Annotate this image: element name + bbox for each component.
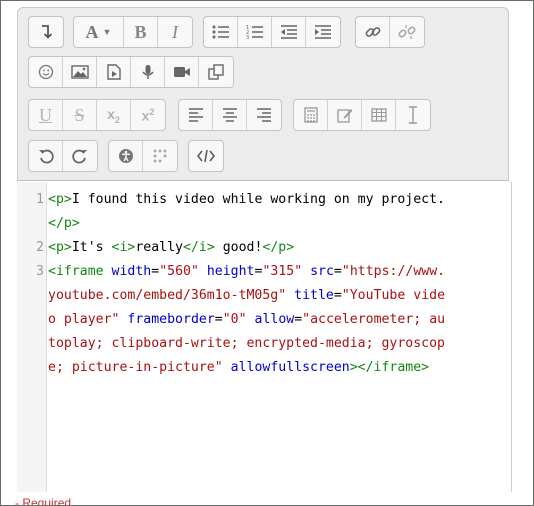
toolbar-group-insert	[28, 56, 234, 88]
undo-icon[interactable]	[29, 141, 63, 171]
code-line-1: <p>I found this video while working on m…	[48, 192, 445, 207]
code-line-3-wrap: youtube.com/embed/36m1o-tM05g" title="Yo…	[48, 288, 446, 303]
font-style-label: A	[85, 21, 99, 42]
italic-label: I	[172, 21, 178, 42]
editor-window: A ▼ B I 123 U S x2 x2 1 2 3 <p>I found t…	[0, 0, 534, 506]
html-icon[interactable]	[189, 141, 223, 171]
underline-label: U	[39, 104, 52, 125]
html-source-editor[interactable]: 1 2 3 <p>I found this video while workin…	[17, 182, 512, 492]
bold-button[interactable]: B	[124, 17, 158, 47]
align-left-icon[interactable]	[179, 100, 213, 130]
strikethrough-label: S	[74, 104, 85, 125]
subscript-index: 2	[114, 114, 120, 125]
code-line-3-wrap: o player" frameborder="0" allow="acceler…	[48, 312, 446, 327]
toolbar-group-links	[355, 16, 425, 48]
toolbar-group-accessibility	[108, 140, 178, 172]
toolbar-group-tools	[293, 99, 431, 131]
outdent-icon[interactable]	[272, 17, 306, 47]
code-line-1-wrap: </p>	[48, 216, 80, 231]
line-number: 2	[36, 240, 44, 255]
equation-icon[interactable]	[294, 100, 328, 130]
line-number: 1	[36, 192, 44, 207]
chevron-down-icon: ▼	[102, 27, 112, 37]
image-icon[interactable]	[63, 57, 97, 87]
svg-text:3: 3	[246, 35, 249, 40]
record-video-icon[interactable]	[165, 57, 199, 87]
subscript-button[interactable]: x2	[97, 100, 131, 130]
italic-button[interactable]: I	[158, 17, 192, 47]
link-icon[interactable]	[356, 17, 390, 47]
toolbar-group-lists: 123	[203, 16, 341, 48]
superscript-index: 2	[149, 106, 155, 117]
toolbar-group-history	[28, 140, 98, 172]
editor-toolbar: A ▼ B I 123 U S x2 x2	[17, 7, 509, 181]
code-line-3-wrap: e; picture-in-picture" allowfullscreen><…	[48, 360, 430, 375]
superscript-button[interactable]: x2	[131, 100, 165, 130]
clear-formatting-icon[interactable]	[396, 100, 430, 130]
manage-files-icon[interactable]	[199, 57, 233, 87]
required-text: Required	[22, 496, 72, 506]
collapse-icon[interactable]	[29, 17, 63, 47]
toolbar-group-align	[178, 99, 282, 131]
unordered-list-icon[interactable]	[204, 17, 238, 47]
record-audio-icon[interactable]	[131, 57, 165, 87]
underline-button[interactable]: U	[29, 100, 63, 130]
align-center-icon[interactable]	[213, 100, 247, 130]
toolbar-group-style: A ▼ B I	[73, 16, 193, 48]
emoji-icon[interactable]	[29, 57, 63, 87]
subscript-base: x	[107, 105, 115, 122]
code-content[interactable]: <p>I found this video while working on m…	[48, 188, 508, 380]
screenreader-icon[interactable]	[143, 141, 177, 171]
line-number-gutter: 1 2 3	[17, 182, 47, 492]
align-right-icon[interactable]	[247, 100, 281, 130]
ordered-list-icon[interactable]: 123	[238, 17, 272, 47]
code-line-2: <p>It's <i>really</i> good!</p>	[48, 240, 295, 255]
toolbar-group-html	[188, 140, 224, 172]
edit-icon[interactable]	[328, 100, 362, 130]
table-icon[interactable]	[362, 100, 396, 130]
toolbar-group-collapse	[28, 16, 64, 48]
strikethrough-button[interactable]: S	[63, 100, 97, 130]
accessibility-icon[interactable]	[109, 141, 143, 171]
bold-label: B	[134, 21, 147, 42]
code-line-3-wrap: toplay; clipboard-write; encrypted-media…	[48, 336, 445, 351]
toolbar-group-format: U S x2 x2	[28, 99, 166, 131]
subscript-label: x2	[107, 106, 120, 125]
font-style-button[interactable]: A ▼	[74, 17, 124, 47]
code-line-3: <iframe width="560" height="315" src="ht…	[48, 264, 446, 279]
required-label: - Required	[15, 496, 72, 506]
indent-icon[interactable]	[306, 17, 340, 47]
unlink-icon[interactable]	[390, 17, 424, 47]
line-number: 3	[36, 264, 44, 279]
redo-icon[interactable]	[63, 141, 97, 171]
superscript-label: x2	[142, 107, 155, 124]
media-icon[interactable]	[97, 57, 131, 87]
